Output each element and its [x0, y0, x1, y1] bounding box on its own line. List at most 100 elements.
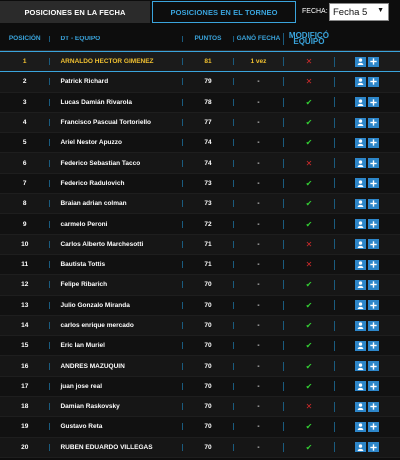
fecha-select[interactable]: Fecha 5 ▼ [329, 3, 389, 21]
user-icon [357, 261, 364, 269]
row-points: 70 [182, 362, 232, 370]
row-pos: 7 [22, 179, 27, 187]
add-button[interactable] [368, 401, 380, 412]
row-gano-fecha: - [232, 220, 283, 228]
row-team-name: Bautista Tottis [49, 261, 182, 269]
header-team: DT - EQUIPO [49, 36, 182, 42]
table-row: 16 ANDRES MAZUQUIN 70- ✔ [0, 356, 400, 377]
view-user-button[interactable] [355, 178, 367, 189]
row-gano-fecha: - [232, 301, 283, 309]
table-row: 8 Braian adrian colman 73- ✔ [0, 194, 400, 215]
user-icon [357, 281, 364, 289]
table-row: 19 Gustavo Reta 70- ✔ [0, 417, 400, 438]
add-button[interactable] [368, 442, 380, 453]
row-actions [333, 340, 400, 351]
plus-icon [370, 342, 377, 349]
add-button[interactable] [368, 279, 380, 290]
row-pos: 3 [22, 98, 27, 106]
view-user-button[interactable] [355, 401, 367, 412]
add-button[interactable] [368, 76, 380, 87]
row-points: 70 [182, 342, 232, 350]
add-button[interactable] [368, 381, 380, 392]
view-user-button[interactable] [355, 279, 367, 290]
add-button[interactable] [368, 239, 380, 250]
view-user-button[interactable] [355, 442, 367, 453]
plus-icon [370, 58, 377, 65]
add-button[interactable] [368, 117, 380, 128]
view-user-button[interactable] [355, 381, 367, 392]
tab-posiciones-fecha[interactable]: POSICIONES EN LA FECHA [0, 1, 150, 23]
table-row: 10 Carlos Alberto Marchesotti 71- ✕ [0, 234, 400, 255]
plus-icon [370, 302, 377, 309]
row-points: 77 [182, 119, 232, 127]
view-user-button[interactable] [355, 361, 367, 372]
add-button[interactable] [368, 340, 380, 351]
row-gano-fecha: - [232, 200, 283, 208]
view-user-button[interactable] [355, 320, 367, 331]
add-button[interactable] [368, 259, 380, 270]
view-user-button[interactable] [355, 97, 367, 108]
row-gano-fecha: - [232, 281, 283, 289]
row-actions [333, 178, 400, 189]
row-team-name: Patrick Richard [49, 78, 182, 86]
add-button[interactable] [368, 361, 380, 372]
add-button[interactable] [368, 198, 380, 209]
table-row: 2 Patrick Richard 79- ✕ [0, 72, 400, 93]
plus-icon [370, 200, 377, 207]
add-button[interactable] [368, 158, 380, 169]
row-actions [333, 442, 400, 453]
view-user-button[interactable] [355, 117, 367, 128]
cross-icon: ✕ [283, 158, 333, 168]
view-user-button[interactable] [355, 198, 367, 209]
row-points: 78 [182, 98, 232, 106]
user-icon [357, 403, 364, 411]
add-button[interactable] [368, 421, 380, 432]
user-icon [357, 180, 364, 187]
add-button[interactable] [368, 178, 380, 189]
cross-icon: ✕ [283, 260, 333, 270]
table-row: 13 Julio Gonzalo Miranda 70- ✔ [0, 295, 400, 316]
row-actions [333, 76, 400, 87]
view-user-button[interactable] [355, 259, 367, 270]
row-pos: 13 [21, 301, 29, 309]
chevron-down-icon: ▼ [377, 7, 384, 14]
row-pos: 19 [21, 423, 29, 431]
view-user-button[interactable] [355, 421, 367, 432]
add-button[interactable] [368, 300, 380, 311]
row-team-name: juan jose real [49, 382, 182, 390]
user-icon [357, 160, 364, 167]
plus-icon [370, 444, 377, 451]
row-points: 81 [182, 58, 232, 66]
row-team-name: carmelo Peroni [49, 220, 182, 228]
plus-icon [370, 322, 377, 329]
row-gano-fecha: - [232, 342, 283, 350]
view-user-button[interactable] [355, 239, 367, 250]
row-actions [333, 158, 400, 169]
view-user-button[interactable] [355, 219, 367, 230]
header-pts: PUNTOS [182, 35, 232, 42]
row-pos: 2 [22, 78, 27, 86]
row-points: 70 [182, 322, 232, 329]
view-user-button[interactable] [355, 158, 367, 169]
add-button[interactable] [368, 56, 380, 67]
add-button[interactable] [368, 137, 380, 148]
user-icon [357, 423, 364, 431]
add-button[interactable] [368, 219, 380, 230]
check-icon: ✔ [283, 199, 333, 209]
view-user-button[interactable] [355, 340, 367, 351]
check-icon: ✔ [283, 442, 333, 452]
user-icon [357, 322, 364, 329]
view-user-button[interactable] [355, 56, 367, 67]
row-team-name: Federico Sebastian Tacco [49, 159, 182, 167]
tab-posiciones-torneo[interactable]: POSICIONES EN EL TORNEO [152, 1, 296, 23]
view-user-button[interactable] [355, 76, 367, 87]
view-user-button[interactable] [355, 137, 367, 148]
user-icon [357, 58, 364, 66]
row-points: 71 [182, 240, 232, 248]
view-user-button[interactable] [355, 300, 367, 311]
row-team-name: Julio Gonzalo Miranda [49, 301, 182, 309]
check-icon: ✔ [283, 361, 333, 371]
table-row: 9 carmelo Peroni 72- ✔ [0, 214, 400, 235]
add-button[interactable] [368, 97, 380, 108]
add-button[interactable] [368, 320, 380, 331]
